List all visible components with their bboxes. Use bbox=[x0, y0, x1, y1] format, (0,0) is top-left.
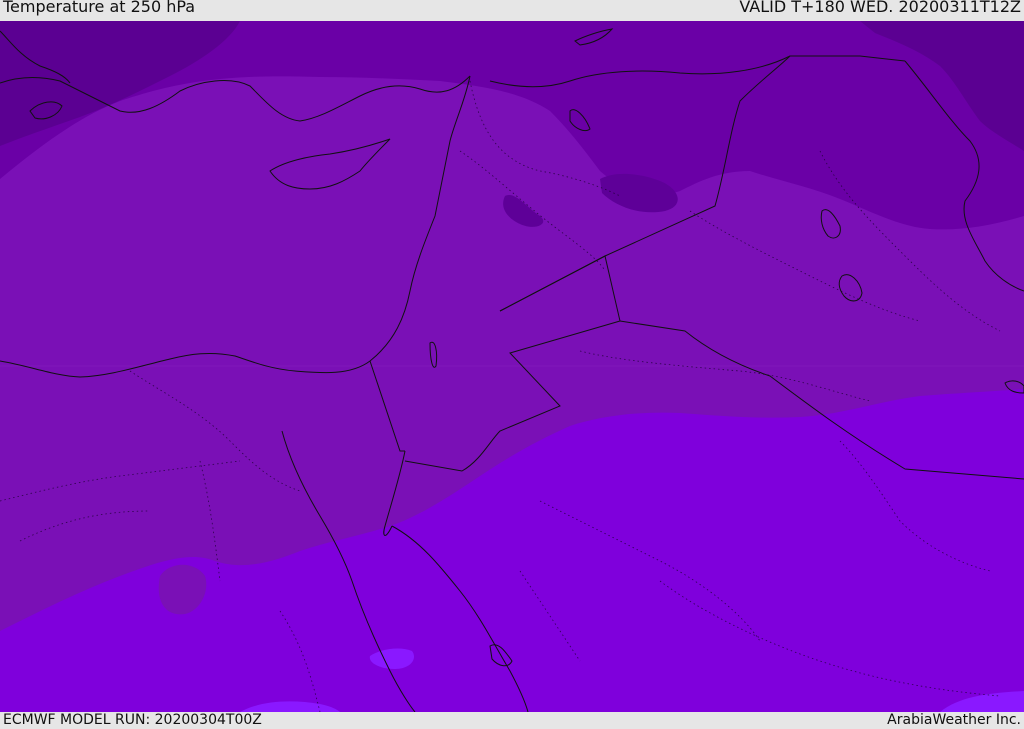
weather-map-page: Temperature at 250 hPa VALID T+180 WED. … bbox=[0, 0, 1024, 729]
temperature-map-svg bbox=[0, 21, 1024, 712]
map-canvas[interactable] bbox=[0, 21, 1024, 712]
model-run-label: ECMWF MODEL RUN: 20200304T00Z bbox=[3, 712, 262, 728]
valid-time-label: VALID T+180 WED. 20200311T12Z bbox=[739, 0, 1021, 16]
footer-bar: ECMWF MODEL RUN: 20200304T00Z ArabiaWeat… bbox=[0, 712, 1024, 729]
map-title: Temperature at 250 hPa bbox=[3, 0, 196, 16]
header-bar: Temperature at 250 hPa VALID T+180 WED. … bbox=[0, 0, 1024, 21]
credit-label: ArabiaWeather Inc. bbox=[887, 712, 1021, 728]
